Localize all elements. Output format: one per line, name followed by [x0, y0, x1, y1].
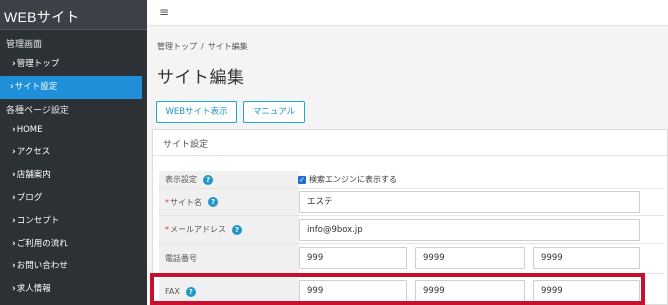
site-name-input[interactable]: エステ — [299, 191, 640, 213]
checkbox-checked-icon[interactable]: ✓ — [298, 175, 306, 184]
sidebar-item-admin-top[interactable]: › 管理トップ — [0, 53, 147, 76]
sidebar-item-label: コンセプト — [16, 215, 60, 226]
field-label: 電話番号 — [165, 254, 197, 263]
breadcrumb: 管理トップ / サイト編集 — [157, 41, 248, 52]
chevron-right-icon: › — [12, 124, 16, 135]
help-icon[interactable]: ? — [232, 224, 242, 235]
hamburger-icon[interactable]: ≡ — [159, 5, 169, 19]
chevron-right-icon: › — [12, 261, 16, 272]
phone-row: 電話番号 999 9999 9999 — [153, 244, 668, 273]
display-setting-row: 表示設定 ? ✓ 検索エンジンに表示する — [153, 171, 668, 188]
email-label: * メールアドレス ? — [159, 216, 299, 243]
breadcrumb-separator: / — [201, 42, 204, 51]
sidebar-item-label: ブログ — [16, 192, 43, 203]
chevron-right-icon: › — [12, 284, 16, 295]
chevron-right-icon: › — [12, 192, 16, 203]
fax-highlight-box — [150, 273, 645, 305]
site-name-label: * サイト名 ? — [159, 189, 299, 215]
sidebar-item-contact[interactable]: › お問い合わせ — [0, 255, 147, 278]
sidebar-item-label: 管理トップ — [16, 59, 60, 69]
brand-title: WEBサイト — [0, 0, 147, 30]
required-marker: * — [165, 225, 169, 234]
sidebar: WEBサイト 管理画面 › 管理トップ › サイト設定 各種ページ設定 › HO… — [0, 0, 147, 305]
web-view-button[interactable]: WEBサイト表示 — [156, 101, 237, 123]
sidebar-item-site-settings[interactable]: › サイト設定 — [0, 75, 142, 99]
sidebar-item-store[interactable]: › 店舗案内 — [0, 164, 147, 187]
checkbox-label: 検索エンジンに表示する — [309, 175, 397, 184]
phone-input-1[interactable]: 999 — [299, 247, 407, 269]
page-title: サイト編集 — [157, 68, 245, 88]
chevron-right-icon: › — [12, 147, 16, 158]
chevron-right-icon: › — [12, 215, 16, 226]
email-input[interactable]: info@9box.jp — [299, 219, 640, 241]
field-label: サイト名 — [170, 197, 202, 207]
card-title: サイト設定 — [153, 130, 667, 156]
sidebar-item-label: ご利用の流れ — [16, 238, 68, 249]
breadcrumb-home[interactable]: 管理トップ — [157, 42, 197, 51]
search-engine-checkbox-group[interactable]: ✓ 検索エンジンに表示する — [298, 174, 397, 185]
section-label-admin: 管理画面 — [6, 40, 43, 50]
sidebar-item-flow[interactable]: › ご利用の流れ — [0, 233, 147, 256]
field-label: メールアドレス — [170, 225, 226, 234]
sidebar-item-label: 店舗案内 — [16, 170, 51, 181]
chevron-right-icon: › — [10, 81, 14, 92]
manual-button[interactable]: マニュアル — [243, 101, 305, 123]
sidebar-item-access[interactable]: › アクセス — [0, 141, 147, 164]
phone-input-3[interactable]: 9999 — [533, 247, 640, 269]
section-label-pages: 各種ページ設定 — [6, 105, 69, 116]
phone-label: 電話番号 — [159, 244, 299, 273]
email-row: * メールアドレス ? info@9box.jp — [153, 216, 668, 243]
chevron-right-icon: › — [12, 238, 16, 249]
help-icon[interactable]: ? — [208, 197, 218, 207]
field-label: 表示設定 — [165, 175, 197, 184]
sidebar-item-label: HOME — [16, 124, 43, 135]
sidebar-item-blog[interactable]: › ブログ — [0, 187, 147, 210]
breadcrumb-current: サイト編集 — [207, 42, 248, 51]
display-setting-label: 表示設定 ? — [159, 171, 299, 188]
sidebar-item-label: アクセス — [16, 147, 51, 158]
top-bar: ≡ — [147, 0, 668, 26]
required-marker: * — [165, 197, 169, 207]
sidebar-item-concept[interactable]: › コンセプト — [0, 210, 147, 233]
sidebar-item-label: サイト設定 — [14, 81, 58, 92]
help-icon[interactable]: ? — [203, 174, 213, 185]
sidebar-item-home[interactable]: › HOME — [0, 119, 147, 142]
sidebar-item-label: 求人情報 — [16, 284, 51, 295]
site-name-row: * サイト名 ? エステ — [153, 189, 668, 215]
sidebar-item-label: お問い合わせ — [16, 261, 68, 272]
sidebar-item-recruit[interactable]: › 求人情報 — [0, 278, 147, 301]
chevron-right-icon: › — [12, 170, 16, 181]
chevron-right-icon: › — [12, 59, 16, 69]
phone-input-2[interactable]: 9999 — [415, 247, 525, 269]
